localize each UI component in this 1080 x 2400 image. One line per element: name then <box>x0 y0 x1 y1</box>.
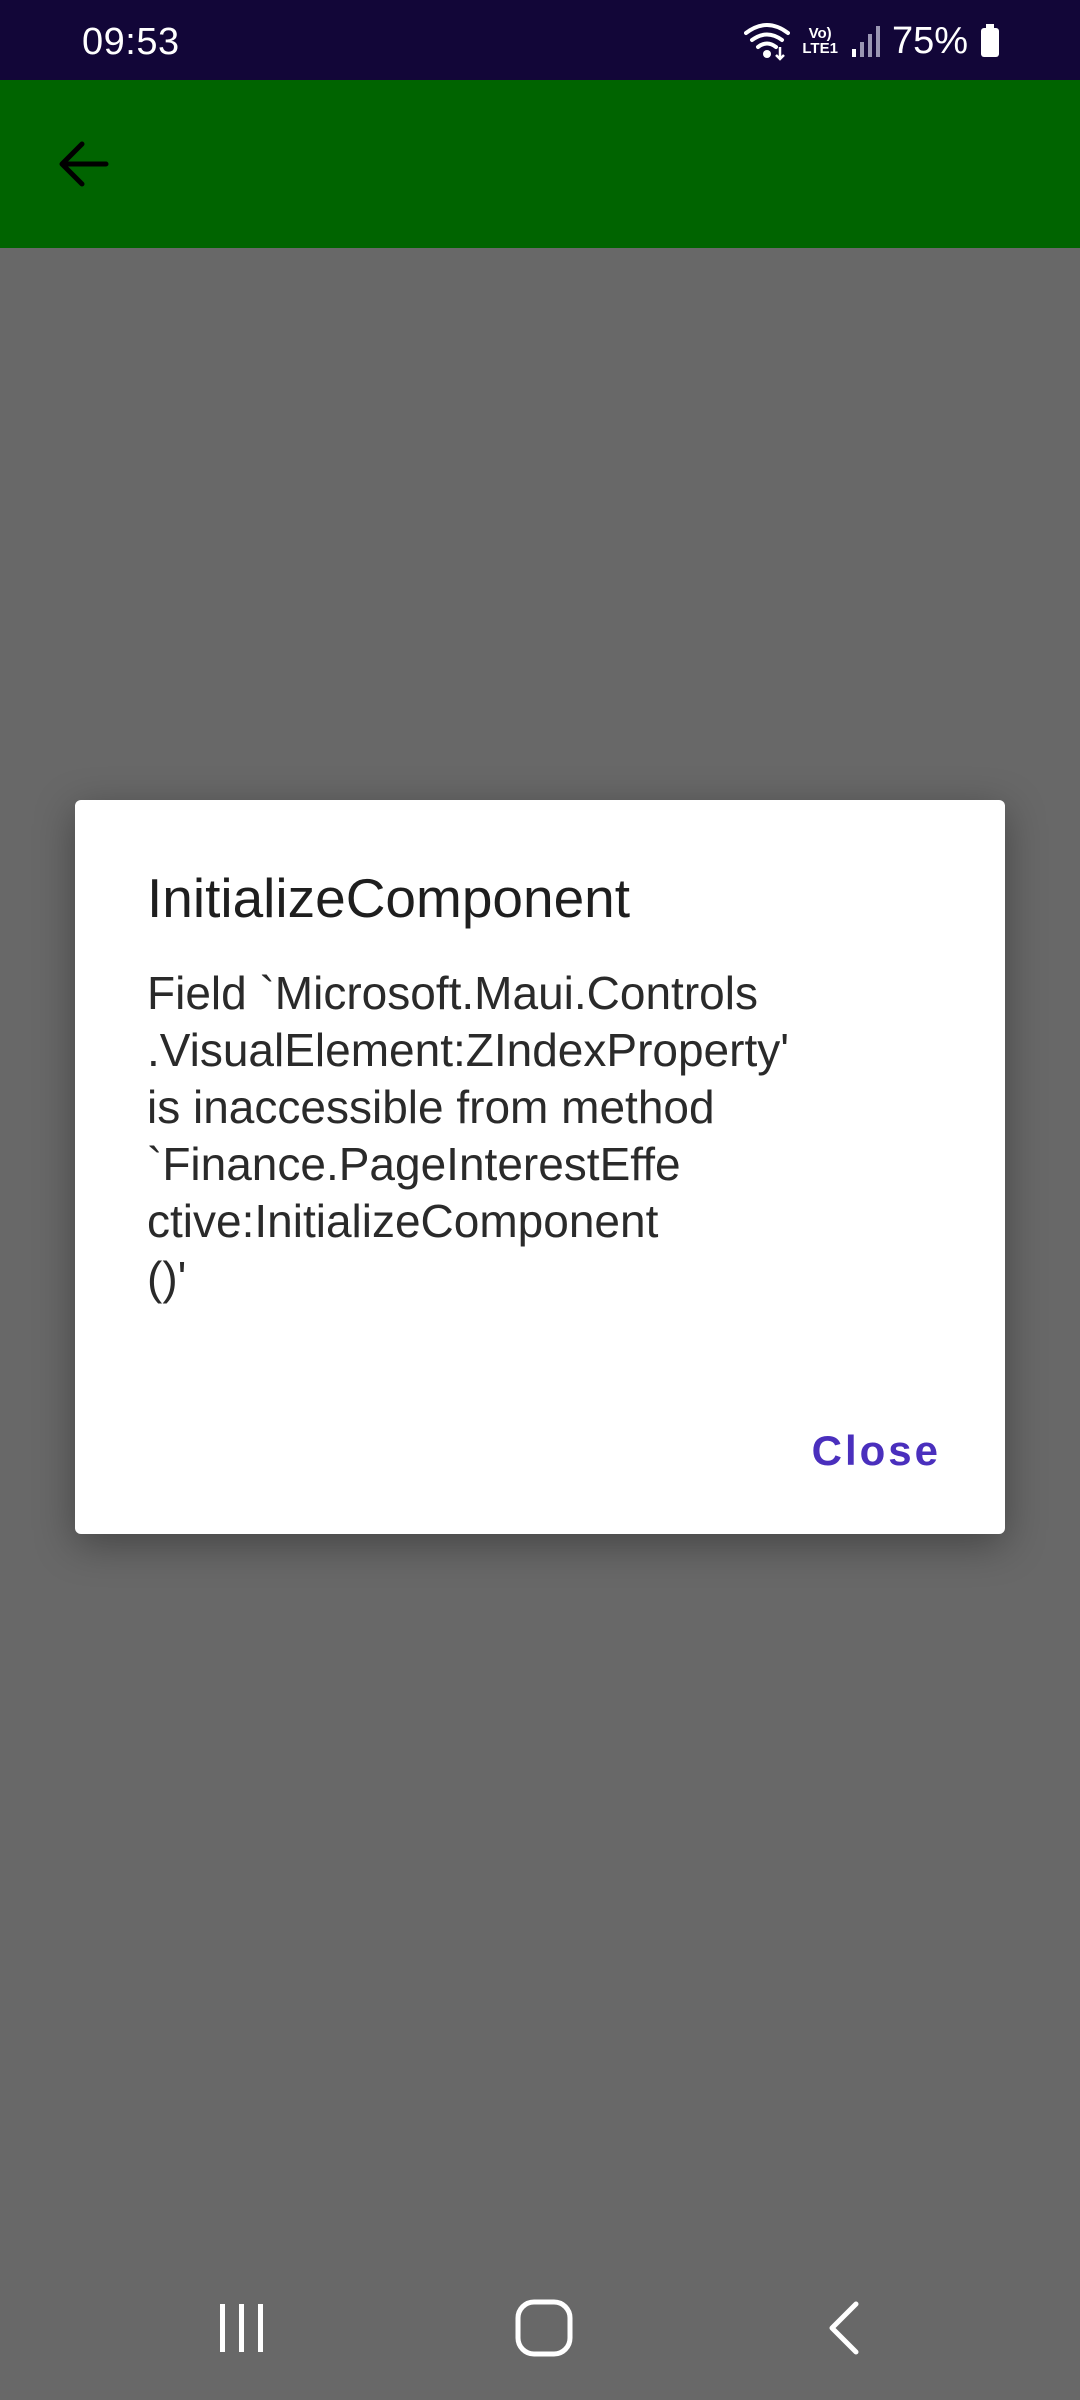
recent-apps-button[interactable] <box>182 2280 302 2376</box>
signal-icon <box>851 26 880 57</box>
navigation-bar <box>0 2256 1080 2400</box>
app-bar <box>0 80 1080 248</box>
back-button[interactable] <box>48 128 120 200</box>
volte-label: Vo) <box>808 25 832 42</box>
dialog-message: Field `Microsoft.Maui.Controls .VisualEl… <box>147 967 790 1304</box>
alert-dialog: InitializeComponent Field `Microsoft.Mau… <box>75 800 1005 1534</box>
lte-label: LTE1 <box>802 40 838 57</box>
close-button[interactable]: Close <box>812 1426 941 1476</box>
back-nav-icon <box>829 2301 859 2355</box>
battery-percent: 75% <box>891 20 968 62</box>
arrow-left-icon <box>59 141 109 187</box>
battery-icon <box>981 24 999 57</box>
recent-apps-icon <box>220 2304 263 2352</box>
status-time: 09:53 <box>82 21 180 63</box>
home-icon <box>515 2299 573 2357</box>
home-button[interactable] <box>484 2280 604 2376</box>
status-icons: Vo) LTE1 75% <box>744 18 1000 64</box>
wifi-icon <box>744 23 791 61</box>
status-bar: 09:53 Vo) LTE1 75% <box>0 0 1080 80</box>
dialog-title: InitializeComponent <box>147 867 631 929</box>
volte-indicator: Vo) LTE1 <box>802 26 838 56</box>
back-nav-button[interactable] <box>786 2280 906 2376</box>
